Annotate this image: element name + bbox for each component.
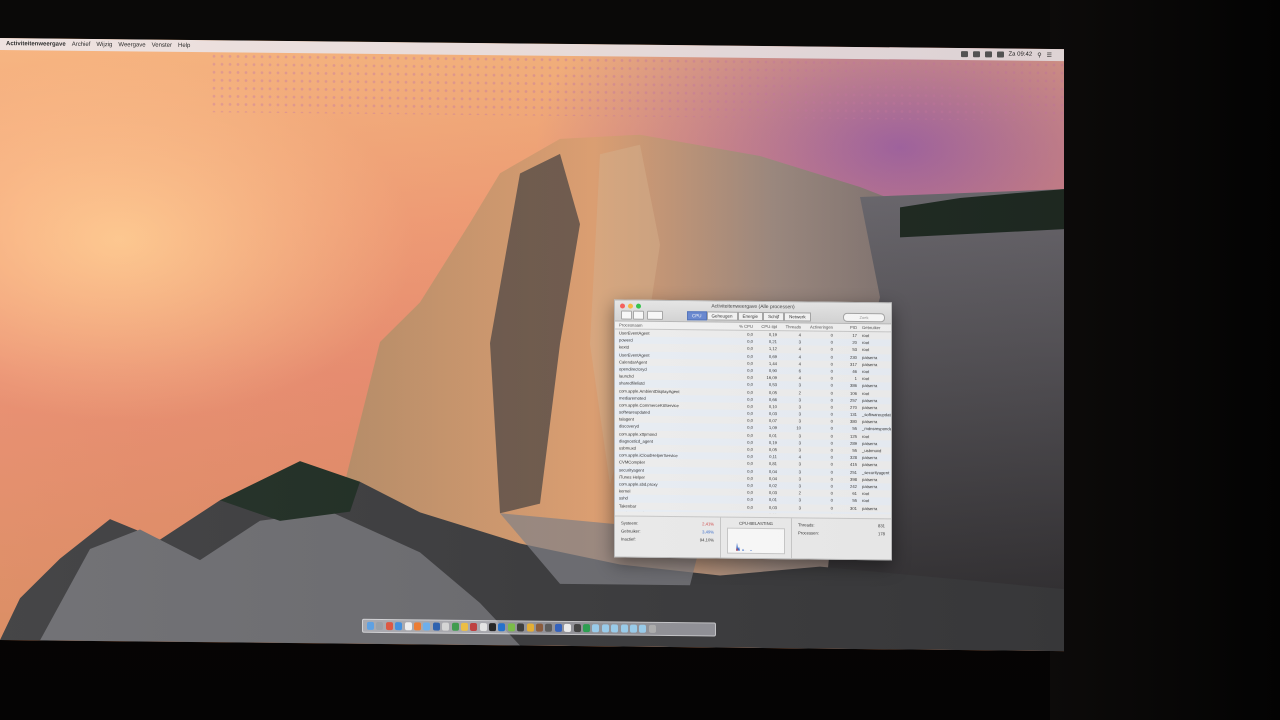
column-header-cpu[interactable]: % CPU — [731, 323, 755, 330]
system-label: Systeem: — [621, 520, 639, 526]
dock-app-icon[interactable] — [611, 624, 619, 633]
tab-energie[interactable]: Energie — [737, 311, 764, 321]
window-titlebar[interactable]: Activiteitenweergave (Alle processen) CP… — [615, 300, 891, 325]
idle-value: 94,10% — [699, 537, 714, 543]
user-label: Gebruiker: — [621, 528, 641, 534]
stop-process-button[interactable] — [621, 310, 632, 320]
dock-app-icon[interactable] — [498, 623, 506, 632]
menu-archief[interactable]: Archief — [72, 42, 91, 48]
mountain-wallpaper — [0, 134, 1064, 652]
spotlight-icon[interactable]: ⚲ — [1037, 51, 1041, 58]
processes-value: 178 — [878, 531, 885, 537]
flag-icon[interactable] — [996, 51, 1004, 58]
dock-app-icon[interactable] — [639, 624, 647, 633]
process-cpu-time: 0,01 — [768, 511, 777, 515]
volume-icon[interactable] — [984, 51, 992, 58]
dock-app-icon[interactable] — [648, 624, 656, 633]
tab-geheugen[interactable]: Geheugen — [706, 311, 738, 321]
dock-app-icon[interactable] — [507, 623, 515, 632]
dock-app-icon[interactable] — [545, 623, 553, 632]
dock-app-icon[interactable] — [479, 623, 487, 632]
menu-help[interactable]: Help — [178, 43, 190, 49]
dock-app-icon[interactable] — [554, 623, 562, 632]
threads-value: 831 — [878, 523, 885, 529]
dock-app-icon[interactable] — [629, 624, 637, 633]
dock-app-icon[interactable] — [489, 623, 497, 632]
dock-app-icon[interactable] — [582, 624, 590, 633]
menu-wijzig[interactable]: Wijzig — [96, 42, 112, 48]
menu-app-name[interactable]: Activiteitenweergave — [6, 41, 66, 48]
dock-app-icon[interactable] — [526, 623, 534, 632]
dock-app-icon[interactable] — [536, 623, 544, 632]
user-value: 3,49% — [702, 529, 714, 535]
column-header-procesnaam[interactable]: Procesnaam — [615, 321, 731, 329]
process-cpu: 0,0 — [747, 511, 753, 515]
process-threads: 3 — [779, 511, 803, 514]
dock-app-icon[interactable] — [413, 622, 421, 631]
column-header-cpu-tijd[interactable]: CPU-tijd — [755, 323, 779, 330]
process-wakes: 0 — [803, 511, 835, 514]
dock-app-icon[interactable] — [385, 622, 393, 631]
info-button[interactable] — [633, 310, 644, 320]
bluetooth-icon[interactable] — [960, 51, 968, 58]
wifi-icon[interactable] — [972, 51, 980, 58]
dock-app-icon[interactable] — [376, 621, 384, 631]
cpu-load-graph — [727, 527, 785, 555]
process-user: root — [859, 512, 891, 515]
dock-app-icon[interactable] — [432, 622, 440, 631]
dock-app-icon[interactable] — [404, 622, 412, 631]
dock-app-icon[interactable] — [620, 624, 628, 633]
tab-netwerk[interactable]: Netwerk — [784, 312, 811, 322]
dock-app-icon[interactable] — [592, 624, 600, 633]
desktop-screen: Activiteitenweergave Archief Wijzig Weer… — [0, 38, 1064, 652]
activity-monitor-window: Activiteitenweergave (Alle processen) CP… — [614, 299, 892, 561]
dock-app-icon[interactable] — [601, 624, 609, 633]
dock-app-icon[interactable] — [367, 621, 374, 630]
tab-bar: CPU Geheugen Energie Schijf Netwerk — [687, 311, 811, 322]
dock-app-icon[interactable] — [423, 622, 431, 631]
tab-cpu[interactable]: CPU — [687, 311, 707, 321]
processes-label: Processen: — [798, 530, 819, 536]
dock-app-icon[interactable] — [517, 623, 525, 632]
column-header-threads[interactable]: Threads — [779, 323, 803, 330]
gear-icon[interactable] — [647, 310, 663, 320]
dock-app-icon[interactable] — [564, 623, 572, 632]
column-header-gebruiker[interactable]: Gebruiker — [859, 324, 891, 331]
menu-clock[interactable]: Za 09:42 — [1009, 52, 1033, 58]
tab-schijf[interactable]: Schijf — [763, 311, 785, 322]
process-pid: 97 — [835, 511, 859, 515]
dock-app-icon[interactable] — [460, 622, 468, 631]
process-name: appleeventsd — [619, 510, 644, 515]
menu-weergave[interactable]: Weergave — [118, 42, 145, 48]
process-table: UserEventAgent 0,0 0,19 4 0 17 root powerd 0,0 0,… — [615, 329, 891, 515]
dock-app-icon[interactable] — [395, 622, 403, 631]
cpu-load-title: CPU-BELASTING — [739, 520, 773, 527]
dock-app-icon[interactable] — [470, 622, 478, 631]
idle-label: Inactief: — [621, 536, 636, 542]
column-header-pid[interactable]: PID — [835, 324, 859, 331]
notification-center-icon[interactable]: ☰ — [1047, 51, 1052, 58]
cpu-summary: Systeem: 2,41% Gebruiker: 3,49% Inactief: 9… — [615, 515, 891, 560]
dock-app-icon[interactable] — [573, 624, 581, 633]
system-value: 2,41% — [702, 521, 714, 527]
threads-label: Threads: — [798, 522, 815, 528]
dock-app-icon[interactable] — [451, 622, 459, 631]
column-header-activeringen[interactable]: Activeringen — [803, 323, 835, 330]
menu-extras: Za 09:42 ⚲ ☰ — [960, 51, 1052, 59]
menu-venster[interactable]: Venster — [152, 43, 172, 49]
monitor-edge — [1050, 0, 1280, 720]
dock-app-icon[interactable] — [442, 622, 450, 631]
search-field[interactable]: Zoek — [843, 312, 885, 323]
